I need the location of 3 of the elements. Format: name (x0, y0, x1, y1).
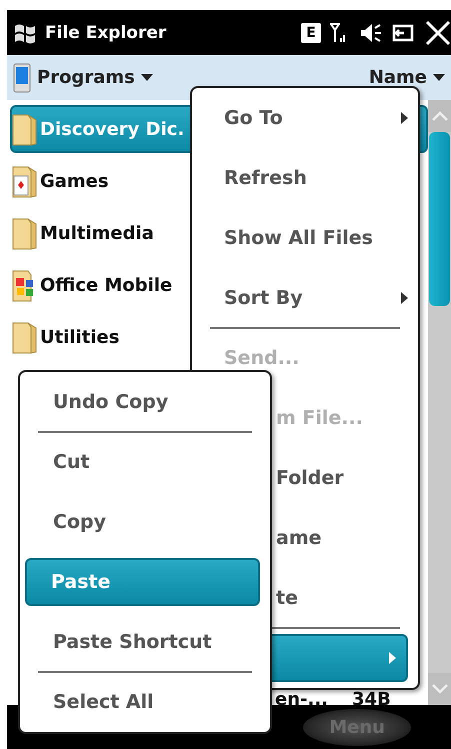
network-indicator: E (301, 22, 321, 42)
window-title: File Explorer (45, 22, 168, 42)
file-size: 34B (352, 689, 391, 710)
